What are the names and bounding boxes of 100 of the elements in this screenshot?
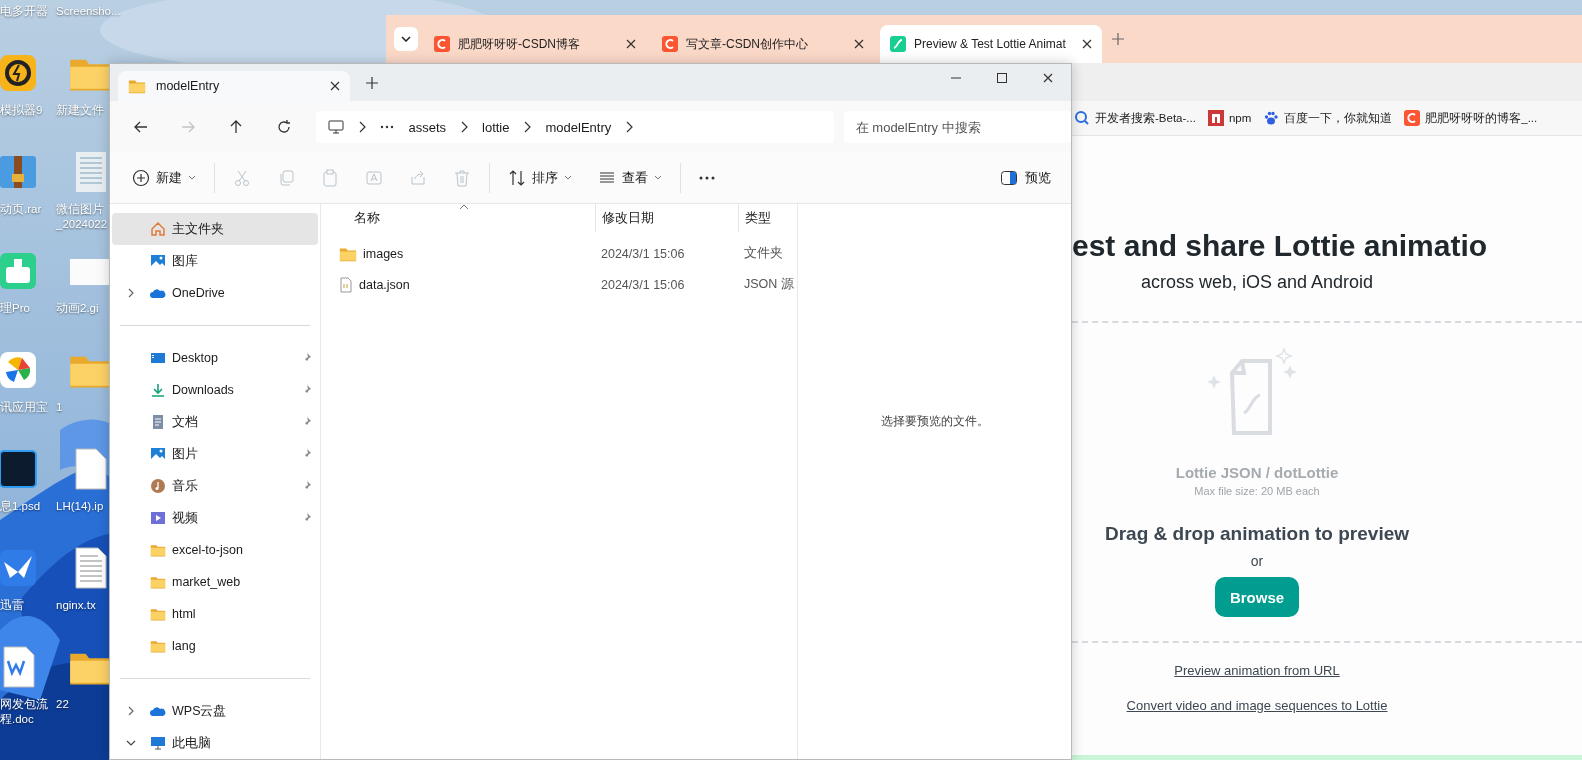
column-header[interactable]: 修改日期	[595, 204, 738, 232]
sidebar-item[interactable]: 图片	[112, 438, 318, 470]
explorer-tab[interactable]: modelEntry	[118, 71, 350, 101]
modified-date: 2024/3/1 15:06	[600, 246, 686, 261]
block-logo-icon	[1207, 110, 1224, 126]
forward-arrow-icon	[180, 119, 197, 135]
column-header[interactable]: 名称	[321, 204, 595, 232]
sidebar-item[interactable]: 此电脑	[112, 727, 318, 759]
up-arrow-icon	[228, 119, 244, 135]
desktop-icon-label[interactable]: LH(14).ip	[50, 499, 104, 514]
more-icon	[699, 176, 715, 180]
page-heading: est and share Lottie animatio	[1072, 228, 1489, 264]
sidebar-item[interactable]: 视频	[112, 502, 318, 534]
sidebar-item[interactable]: OneDrive	[112, 277, 318, 309]
bookmark[interactable]: npm	[1207, 110, 1252, 126]
document-icon	[150, 414, 166, 430]
paw-icon	[1263, 110, 1280, 126]
breadcrumb-item[interactable]: modelEntry	[545, 119, 612, 135]
view-button[interactable]: 查看	[590, 161, 670, 195]
close-icon	[626, 39, 636, 49]
preview-pane-icon	[1001, 171, 1017, 185]
home-icon	[150, 221, 166, 237]
sidebar-item[interactable]: WPS云盘	[112, 695, 318, 727]
file-type-label: Lottie JSON / dotLottie	[1175, 464, 1339, 481]
text-link[interactable]: Convert video and image sequences to Lottie	[1126, 698, 1388, 713]
address-bar[interactable]: assets lottie modelEntry	[316, 111, 834, 143]
desktop-icon-label[interactable]: 息1.psd	[0, 499, 41, 514]
plus-circle-icon	[132, 169, 150, 187]
computer-icon	[150, 735, 166, 751]
sidebar-item[interactable]: Downloads	[112, 374, 318, 406]
desktop-icon-label[interactable]: 22	[50, 697, 69, 712]
sort-button[interactable]: 排序	[500, 161, 580, 195]
file-name[interactable]: images	[363, 246, 404, 261]
folder-icon	[150, 542, 166, 558]
sidebar-item[interactable]: 图库	[112, 245, 318, 277]
file-name[interactable]: data.json	[359, 277, 410, 292]
breadcrumb-item[interactable]: lottie	[482, 119, 510, 135]
folder-icon	[150, 638, 166, 654]
search-field[interactable]: 在 modelEntry 中搜索	[843, 111, 1071, 143]
bookmark[interactable]: 肥肥呀呀呀的博客_...	[1404, 110, 1538, 126]
close-icon	[330, 81, 340, 91]
sort-icon	[508, 169, 526, 187]
desktop-icon-label[interactable]: 迅雷	[0, 598, 24, 613]
page-subheading: across web, iOS and Android	[1140, 272, 1374, 293]
document-icon	[0, 645, 38, 689]
chevron-right-icon	[625, 121, 634, 133]
chevron-right-icon	[358, 121, 367, 133]
column-header[interactable]: 类型	[738, 204, 797, 232]
chevron-right-icon	[460, 121, 468, 133]
tab-list-button[interactable]	[394, 27, 418, 51]
arc-logo-icon	[434, 36, 450, 52]
browser-tab[interactable]: Preview & Test Lottie Animat	[880, 25, 1102, 63]
lightning-app-icon	[0, 53, 38, 93]
curve-logo-icon	[890, 36, 906, 52]
sidebar-item[interactable]: market_web	[112, 566, 318, 598]
download-icon	[150, 382, 166, 398]
video-icon	[150, 510, 166, 526]
picture-icon	[150, 446, 166, 462]
sidebar-item[interactable]: 音乐	[112, 470, 318, 502]
sidebar-item[interactable]: Desktop	[112, 342, 318, 374]
bookmark[interactable]: 百度一下，你就知道	[1263, 110, 1393, 126]
breadcrumb-item[interactable]: assets	[408, 119, 446, 135]
sidebar-item[interactable]: lang	[112, 630, 318, 662]
plus-icon	[1112, 33, 1124, 45]
copy-icon	[277, 169, 295, 187]
sidebar-item[interactable]: 主文件夹	[112, 213, 318, 245]
caret-icon	[188, 175, 196, 181]
file-type: 文件夹	[743, 245, 784, 262]
rename-icon	[365, 169, 383, 187]
caret-icon	[564, 175, 572, 181]
plus-icon	[366, 76, 378, 89]
back-arrow-icon	[132, 119, 149, 135]
browser-tab[interactable]: 写文章-CSDN创作中心	[652, 25, 874, 63]
new-button[interactable]: 新建	[124, 161, 204, 195]
caret-icon	[654, 175, 662, 181]
minimize-icon	[951, 77, 961, 79]
trash-icon	[453, 169, 471, 187]
drop-zone-title: Drag & drop animation to preview	[1104, 523, 1409, 545]
more-locations-button[interactable]	[380, 125, 395, 129]
json-file-icon	[339, 276, 353, 293]
bird-app-icon	[0, 548, 38, 588]
file-size-note: Max file size: 20 MB each	[1194, 485, 1320, 497]
clipboard-icon	[321, 169, 339, 187]
sidebar-item[interactable]: html	[112, 598, 318, 630]
sidebar-item[interactable]: excel-to-json	[112, 534, 318, 566]
desktop-icon-label[interactable]: nginx.tx	[50, 598, 96, 613]
bookmark[interactable]: 开发者搜索-Beta-...	[1074, 110, 1196, 126]
desktop-icon-label[interactable]: 网发包流程.doc	[0, 697, 48, 727]
browser-tab[interactable]: 肥肥呀呀呀-CSDN博客	[424, 25, 646, 63]
scissors-icon	[233, 169, 251, 187]
computer-icon	[328, 119, 345, 135]
chevron-right-icon	[523, 121, 532, 133]
desktop-icon	[150, 350, 166, 366]
arc-logo-icon	[662, 36, 678, 52]
sidebar-item[interactable]: 文档	[112, 406, 318, 438]
preview-button[interactable]: 预览	[995, 168, 1057, 188]
picture-icon	[150, 253, 166, 269]
music-icon	[150, 478, 166, 494]
text-link[interactable]: Preview animation from URL	[1174, 663, 1340, 678]
refresh-icon	[275, 119, 292, 135]
